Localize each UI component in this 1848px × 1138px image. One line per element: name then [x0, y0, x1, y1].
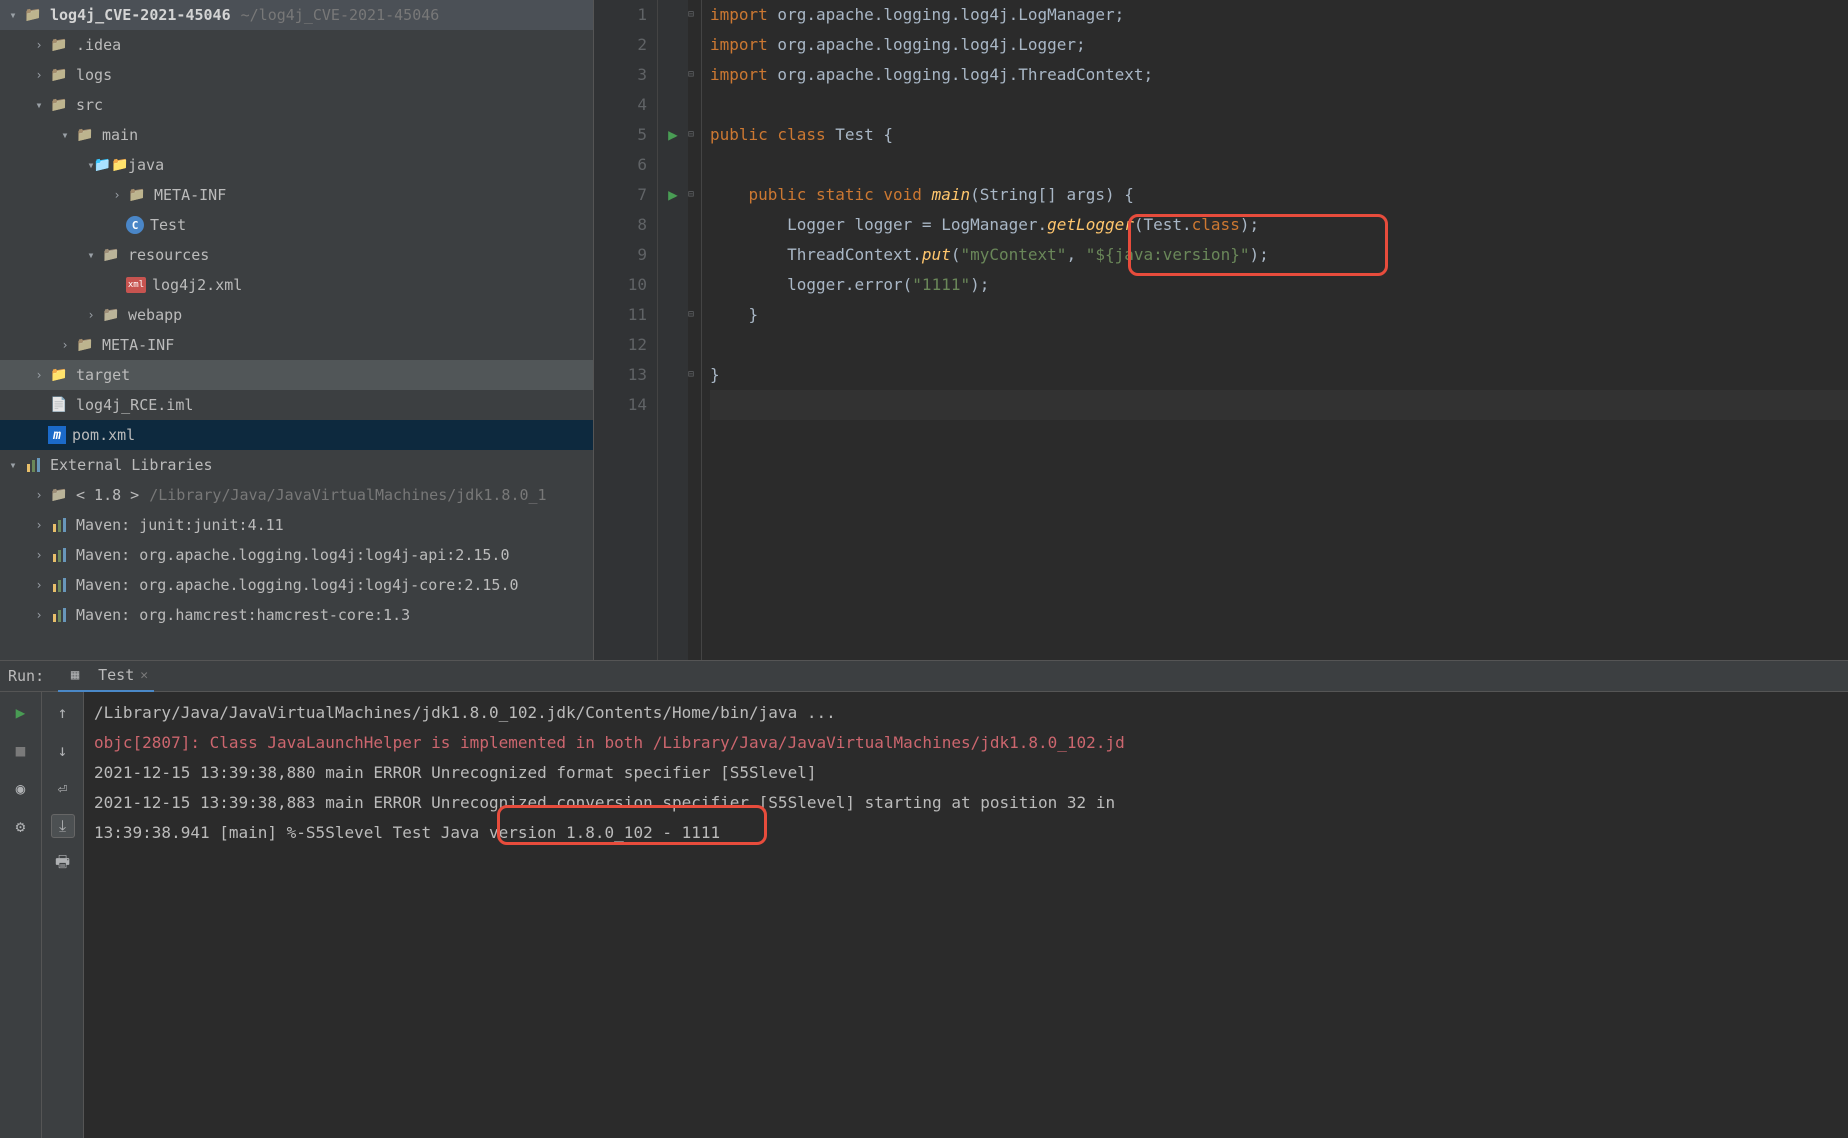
source-folder-icon: 📁 [100, 154, 122, 176]
chevron-down-icon: ▾ [30, 98, 48, 112]
line-number-gutter: 1 2 3 4 5 6 7 8 9 10 11 12 13 14 [594, 0, 658, 660]
tree-item-webapp[interactable]: › webapp [0, 300, 593, 330]
folder-icon [48, 34, 70, 56]
tree-item-src[interactable]: ▾ src [0, 90, 593, 120]
chevron-right-icon: › [30, 548, 48, 562]
tree-project-root[interactable]: ▾ log4j_CVE-2021-45046 ~/log4j_CVE-2021-… [0, 0, 593, 30]
console-line: 13:39:38.941 [main] %-S5Slevel Test Java… [94, 818, 1838, 848]
stop-button[interactable]: ■ [9, 738, 33, 762]
down-stack-button[interactable]: ↓ [51, 738, 75, 762]
folder-icon [48, 64, 70, 86]
scroll-to-end-button[interactable]: ⤓ [51, 814, 75, 838]
chevron-right-icon: › [30, 368, 48, 382]
chevron-right-icon: › [56, 338, 74, 352]
fold-column[interactable]: ⊟⊟ ⊟⊟ ⊟⊟ [688, 0, 702, 660]
tree-item-main[interactable]: ▾ main [0, 120, 593, 150]
tree-item-jdk[interactable]: › < 1.8 > /Library/Java/JavaVirtualMachi… [0, 480, 593, 510]
xml-file-icon: xml [126, 277, 146, 293]
run-tool-window: Run: ▦ Test ✕ ▶ ■ ◉ ⚙ ↑ ↓ ⏎ ⤓ 🖶 /Library… [0, 660, 1848, 1138]
chevron-down-icon: ▾ [82, 248, 100, 262]
tree-item-rceiml[interactable]: log4j_RCE.iml [0, 390, 593, 420]
run-gutter-icon[interactable]: ▶ [658, 120, 688, 150]
dump-button[interactable]: ◉ [9, 776, 33, 800]
code-content[interactable]: import org.apache.logging.log4j.LogManag… [702, 0, 1848, 660]
library-icon [48, 604, 70, 626]
tree-item-log4j2xml[interactable]: xml log4j2.xml [0, 270, 593, 300]
libraries-icon [22, 454, 44, 476]
tree-item-java[interactable]: ▾ 📁 java [0, 150, 593, 180]
resources-folder-icon [100, 244, 122, 266]
module-file-icon [48, 394, 70, 416]
up-stack-button[interactable]: ↑ [51, 700, 75, 724]
gutter-icons: ▶ ▶ [658, 0, 688, 660]
tree-item-test[interactable]: C Test [0, 210, 593, 240]
tree-item-metainf2[interactable]: › META-INF [0, 330, 593, 360]
chevron-right-icon: › [30, 38, 48, 52]
soft-wrap-button[interactable]: ⏎ [51, 776, 75, 800]
project-name: log4j_CVE-2021-45046 [50, 6, 231, 24]
chevron-right-icon: › [30, 488, 48, 502]
folder-icon [74, 334, 96, 356]
code-editor[interactable]: 1 2 3 4 5 6 7 8 9 10 11 12 13 14 ▶ ▶ ⊟⊟ … [594, 0, 1848, 660]
chevron-right-icon: › [30, 518, 48, 532]
settings-button[interactable]: ⚙ [9, 814, 33, 838]
chevron-down-icon: ▾ [4, 8, 22, 22]
jdk-icon [48, 484, 70, 506]
close-icon[interactable]: ✕ [140, 668, 148, 683]
target-folder-icon: 📁 [48, 364, 70, 386]
console-line: 2021-12-15 13:39:38,883 main ERROR Unrec… [94, 788, 1838, 818]
tree-item-target[interactable]: › 📁 target [0, 360, 593, 390]
tree-item-maven-hamcrest[interactable]: › Maven: org.hamcrest:hamcrest-core:1.3 [0, 600, 593, 630]
run-label: Run: [8, 667, 44, 685]
chevron-right-icon: › [30, 68, 48, 82]
project-path: ~/log4j_CVE-2021-45046 [241, 6, 440, 24]
maven-file-icon: m [48, 426, 66, 444]
tree-item-maven-log4japi[interactable]: › Maven: org.apache.logging.log4j:log4j-… [0, 540, 593, 570]
tree-item-resources[interactable]: ▾ resources [0, 240, 593, 270]
library-icon [48, 544, 70, 566]
print-button[interactable]: 🖶 [51, 852, 75, 876]
run-config-icon: ▦ [64, 664, 86, 686]
tree-external-libraries[interactable]: ▾ External Libraries [0, 450, 593, 480]
chevron-down-icon: ▾ [56, 128, 74, 142]
folder-icon [48, 94, 70, 116]
tree-item-pom[interactable]: m pom.xml [0, 420, 593, 450]
chevron-right-icon: › [82, 308, 100, 322]
webapp-folder-icon [100, 304, 122, 326]
run-tab-test[interactable]: ▦ Test ✕ [58, 660, 154, 692]
console-line: 2021-12-15 13:39:38,880 main ERROR Unrec… [94, 758, 1838, 788]
run-toolbar-right: ↑ ↓ ⏎ ⤓ 🖶 [42, 692, 84, 1138]
run-gutter-icon[interactable]: ▶ [658, 180, 688, 210]
console-line: objc[2807]: Class JavaLaunchHelper is im… [94, 728, 1838, 758]
tree-item-metainf1[interactable]: › META-INF [0, 180, 593, 210]
chevron-right-icon: › [30, 578, 48, 592]
chevron-right-icon: › [108, 188, 126, 202]
java-class-icon: C [126, 216, 144, 234]
console-line: /Library/Java/JavaVirtualMachines/jdk1.8… [94, 698, 1838, 728]
run-header: Run: ▦ Test ✕ [0, 660, 1848, 692]
folder-icon [22, 4, 44, 26]
console-output[interactable]: /Library/Java/JavaVirtualMachines/jdk1.8… [84, 692, 1848, 1138]
library-icon [48, 514, 70, 536]
rerun-button[interactable]: ▶ [9, 700, 33, 724]
tree-item-maven-log4jcore[interactable]: › Maven: org.apache.logging.log4j:log4j-… [0, 570, 593, 600]
chevron-down-icon: ▾ [4, 458, 22, 472]
tree-item-idea[interactable]: › .idea [0, 30, 593, 60]
project-tree[interactable]: ▾ log4j_CVE-2021-45046 ~/log4j_CVE-2021-… [0, 0, 594, 660]
folder-icon [74, 124, 96, 146]
chevron-right-icon: › [30, 608, 48, 622]
library-icon [48, 574, 70, 596]
folder-icon [126, 184, 148, 206]
tree-item-maven-junit[interactable]: › Maven: junit:junit:4.11 [0, 510, 593, 540]
run-toolbar-left: ▶ ■ ◉ ⚙ [0, 692, 42, 1138]
tree-item-logs[interactable]: › logs [0, 60, 593, 90]
